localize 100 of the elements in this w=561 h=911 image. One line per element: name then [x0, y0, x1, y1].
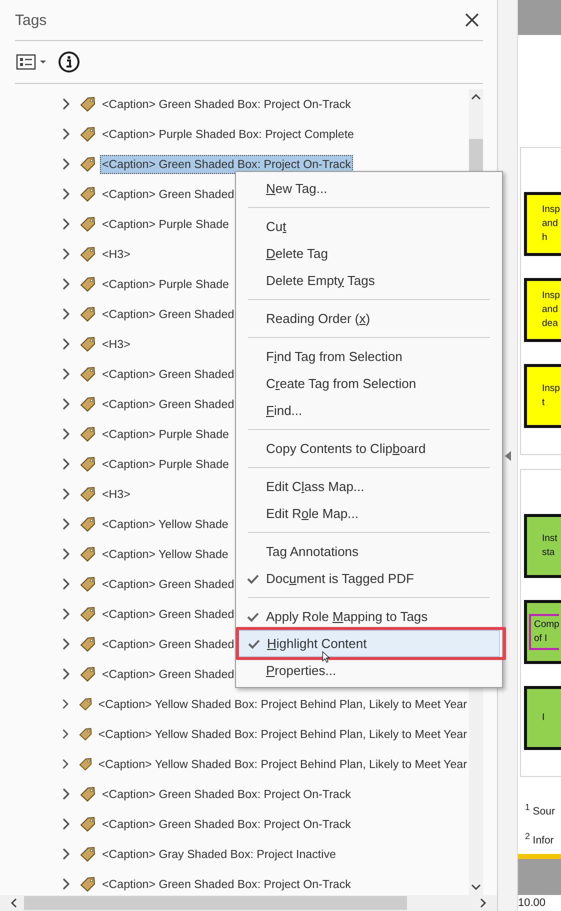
- tag-icon: [80, 156, 96, 172]
- expand-chevron-icon[interactable]: [62, 158, 70, 170]
- expand-chevron-icon[interactable]: [62, 458, 70, 470]
- menu-item[interactable]: Delete Tag: [238, 240, 500, 267]
- tree-item[interactable]: <Caption> Green Shaded: [100, 394, 236, 414]
- menu-item[interactable]: Copy Contents to Clipboard: [238, 435, 500, 462]
- menu-item[interactable]: Apply Role Mapping to Tags: [238, 603, 500, 630]
- tag-icon: [80, 816, 96, 832]
- box-text: of I: [534, 632, 548, 646]
- expand-chevron-icon[interactable]: [62, 338, 70, 350]
- menu-item[interactable]: Edit Class Map...: [238, 473, 500, 500]
- expand-chevron-icon[interactable]: [62, 98, 70, 110]
- expand-chevron-icon[interactable]: [62, 128, 70, 140]
- info-icon[interactable]: [58, 51, 80, 73]
- tag-icon: [80, 876, 96, 892]
- expand-chevron-icon[interactable]: [62, 818, 70, 830]
- close-icon[interactable]: [465, 13, 479, 27]
- tree-item[interactable]: <Caption> Purple Shaded Box: Project Complete: [100, 124, 356, 144]
- tree-item[interactable]: <H3>: [100, 334, 132, 354]
- tree-item[interactable]: <Caption> Green Shaded Box: Project On-Track: [100, 154, 353, 174]
- expand-chevron-icon[interactable]: [62, 398, 70, 410]
- tree-item[interactable]: <Caption> Purple Shade: [100, 424, 231, 444]
- menu-item[interactable]: New Tag...: [238, 175, 500, 202]
- scroll-right-icon[interactable]: [479, 898, 487, 908]
- tag-icon: [80, 366, 96, 382]
- tree-item[interactable]: <Caption> Yellow Shaded Box: Project Behind Plan, Likely to Meet Year: [96, 724, 469, 744]
- box-text: and: [542, 303, 559, 317]
- tag-icon: [80, 276, 96, 292]
- toolbar-background: [518, 0, 561, 35]
- tree-item[interactable]: <Caption> Green Shaded: [100, 604, 236, 624]
- menu-item[interactable]: Find Tag from Selection: [238, 343, 500, 370]
- expand-chevron-icon[interactable]: [62, 218, 70, 230]
- menu-item[interactable]: Find...: [238, 397, 500, 424]
- expand-chevron-icon[interactable]: [62, 728, 69, 740]
- horizontal-scrollbar[interactable]: [0, 895, 497, 911]
- scrollbar-thumb[interactable]: [469, 139, 483, 173]
- tree-item[interactable]: <Caption> Green Shaded Box: Project On-Track: [100, 874, 353, 894]
- tag-icon: [80, 666, 96, 682]
- tree-item[interactable]: <Caption> Green Shaded: [100, 184, 236, 204]
- tree-item[interactable]: <Caption> Green Shaded Box: Project On-Track: [100, 94, 353, 114]
- tag-icon: [80, 546, 96, 562]
- expand-chevron-icon[interactable]: [62, 758, 69, 770]
- expand-chevron-icon[interactable]: [62, 548, 70, 560]
- box-text: sta: [542, 546, 556, 560]
- menu-item[interactable]: Edit Role Map...: [238, 500, 500, 527]
- expand-chevron-icon[interactable]: [62, 848, 70, 860]
- tree-item[interactable]: <H3>: [100, 244, 132, 264]
- expand-chevron-icon[interactable]: [62, 698, 69, 710]
- expand-chevron-icon[interactable]: [62, 248, 70, 260]
- tree-item[interactable]: <Caption> Yellow Shade: [100, 514, 230, 534]
- expand-chevron-icon[interactable]: [62, 278, 70, 290]
- expand-chevron-icon[interactable]: [62, 878, 70, 890]
- tree-item[interactable]: <Caption> Yellow Shaded Box: Project Behind Plan, Likely to Meet Year: [96, 754, 469, 774]
- tag-icon: [80, 396, 96, 412]
- tree-item[interactable]: <Caption> Yellow Shaded Box: Project Behind Plan, Likely to Meet Year: [96, 694, 469, 714]
- tag-icon: [80, 486, 96, 502]
- scrollbar-thumb[interactable]: [24, 896, 407, 910]
- menu-item[interactable]: Document is Tagged PDF: [238, 565, 500, 592]
- tree-item[interactable]: <H3>: [100, 484, 132, 504]
- expand-chevron-icon[interactable]: [62, 488, 70, 500]
- tree-item[interactable]: <Caption> Gray Shaded Box: Project Inactive: [100, 844, 338, 864]
- menu-item[interactable]: Reading Order (x): [238, 305, 500, 332]
- tree-item[interactable]: <Caption> Purple Shade: [100, 274, 231, 294]
- collapse-arrow-icon[interactable]: [504, 450, 510, 460]
- expand-chevron-icon[interactable]: [62, 638, 70, 650]
- menu-item[interactable]: Create Tag from Selection: [238, 370, 500, 397]
- options-menu-icon[interactable]: [16, 54, 48, 70]
- panel-title: Tags: [15, 12, 47, 28]
- expand-chevron-icon[interactable]: [62, 788, 70, 800]
- expand-chevron-icon[interactable]: [62, 668, 70, 680]
- tree-item[interactable]: <Caption> Purple Shade: [100, 214, 231, 234]
- tree-item[interactable]: <Caption> Green Shaded: [100, 664, 236, 684]
- expand-chevron-icon[interactable]: [62, 188, 70, 200]
- tree-item[interactable]: <Caption> Green Shaded Box: Project On-Track: [100, 784, 353, 804]
- menu-item[interactable]: Cut: [238, 213, 500, 240]
- expand-chevron-icon[interactable]: [62, 308, 70, 320]
- tree-item[interactable]: <Caption> Green Shaded: [100, 574, 236, 594]
- scroll-up-icon[interactable]: [471, 93, 481, 101]
- menu-item[interactable]: Properties...: [238, 657, 500, 684]
- tree-item[interactable]: <Caption> Green Shaded: [100, 634, 236, 654]
- tag-icon: [80, 636, 96, 652]
- expand-chevron-icon[interactable]: [62, 608, 70, 620]
- tree-item[interactable]: <Caption> Green Shaded: [100, 364, 236, 384]
- tree-item[interactable]: <Caption> Yellow Shade: [100, 544, 230, 564]
- expand-chevron-icon[interactable]: [62, 428, 70, 440]
- expand-chevron-icon[interactable]: [62, 578, 70, 590]
- footnote: $^{2}$ Infor: [525, 830, 555, 848]
- tree-item[interactable]: <Caption> Purple Shade: [100, 454, 231, 474]
- tree-item[interactable]: <Caption> Green Shaded Box: Project On-Track: [100, 814, 353, 834]
- expand-chevron-icon[interactable]: [62, 518, 70, 530]
- scroll-down-icon[interactable]: [471, 883, 481, 891]
- mouse-pointer-icon: [322, 651, 330, 663]
- box-text: dea: [542, 317, 559, 331]
- menu-item[interactable]: Tag Annotations: [238, 538, 500, 565]
- tag-icon: [80, 456, 96, 472]
- menu-item[interactable]: Delete Empty Tags: [238, 267, 500, 294]
- tag-icon: [80, 246, 96, 262]
- expand-chevron-icon[interactable]: [62, 368, 70, 380]
- tree-item[interactable]: <Caption> Green Shaded: [100, 304, 236, 324]
- scroll-left-icon[interactable]: [10, 898, 18, 908]
